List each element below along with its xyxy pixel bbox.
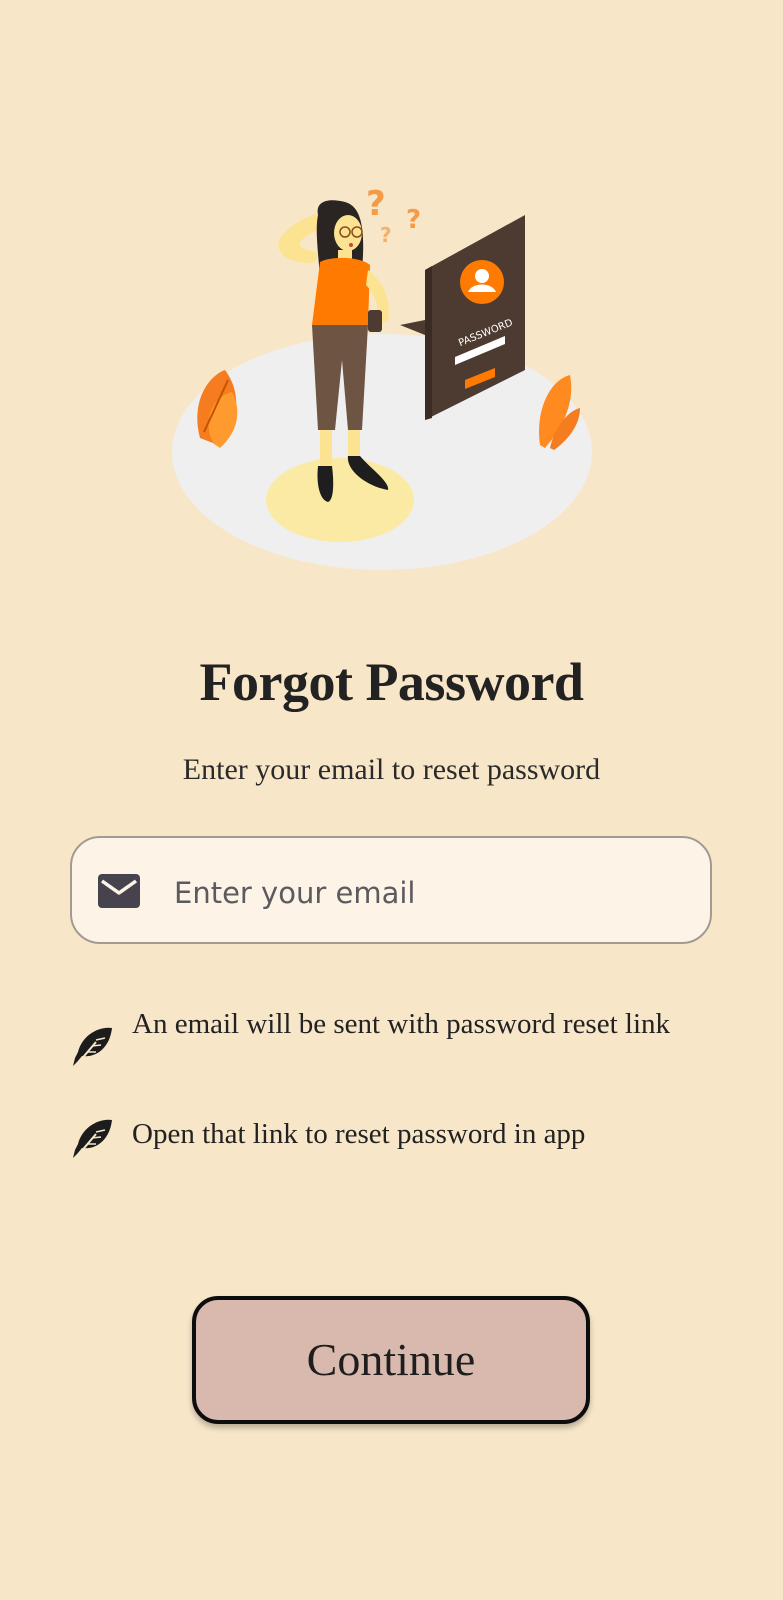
info-note-email-sent: An email will be sent with password rese… (68, 1000, 718, 1100)
ground-ellipse (172, 334, 592, 570)
page-title: Forgot Password (199, 652, 584, 712)
email-input[interactable] (172, 862, 696, 924)
svg-text:?: ? (380, 223, 392, 247)
spotlight-ellipse (266, 458, 414, 542)
question-marks-icon: ? ? ? (366, 184, 421, 247)
continue-button[interactable]: Continue (192, 1296, 590, 1424)
info-note-open-link: Open that link to reset password in app (68, 1110, 718, 1170)
info-note-text: Open that link to reset password in app (132, 1118, 586, 1150)
feather-icon (73, 1119, 112, 1161)
forgot-password-illustration: PASSWORD ? ? ? (172, 184, 592, 570)
info-note-text: An email will be sent with password rese… (132, 1008, 671, 1040)
svg-text:?: ? (406, 205, 421, 235)
mail-icon (98, 874, 140, 908)
feather-icon (73, 1027, 112, 1069)
email-field[interactable] (70, 836, 712, 944)
page-subtitle: Enter your email to reset password (182, 753, 601, 786)
svg-text:?: ? (366, 184, 386, 224)
